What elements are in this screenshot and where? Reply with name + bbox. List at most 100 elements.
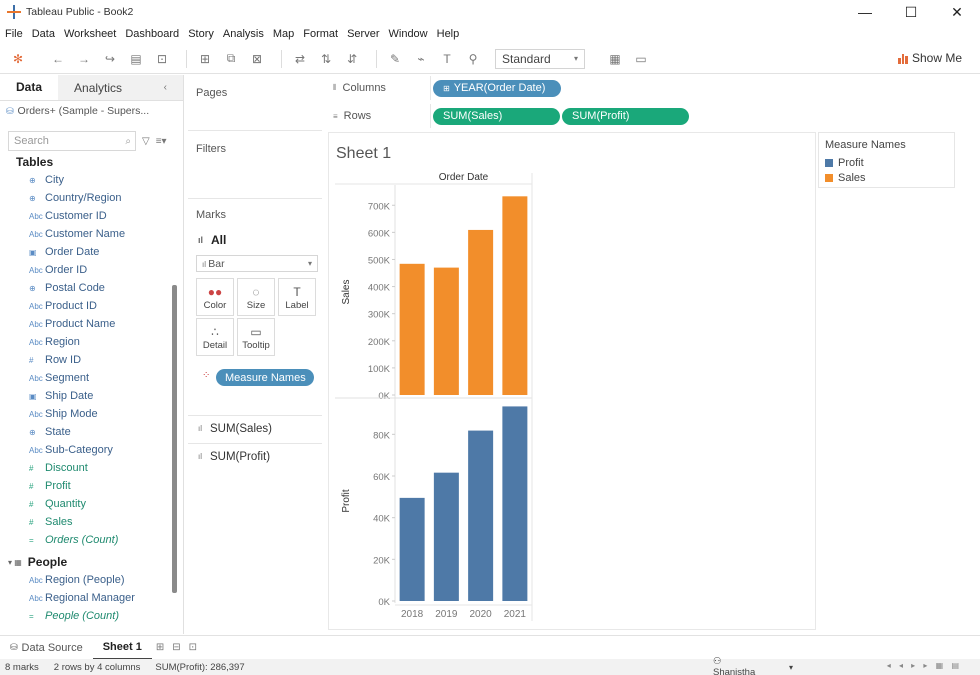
field-city[interactable]: ⊕ City xyxy=(0,171,183,189)
filter-icon[interactable]: ▽ xyxy=(142,136,150,147)
columns-label: Columns xyxy=(342,82,386,94)
worksheet-view[interactable]: Sheet 1 Order Date 0K 100K 200K 300K 400K 500K… xyxy=(328,132,816,630)
field-country-region[interactable]: ⊕ Country/Region xyxy=(0,189,183,207)
sum-sales-pill[interactable]: SUM(Sales) xyxy=(433,107,560,125)
marks-sum-profit[interactable]: ıl SUM(Profit) xyxy=(188,443,322,469)
sort-descending-icon[interactable]: ⇵ xyxy=(342,49,362,69)
tableau-home-icon[interactable]: ✻ xyxy=(8,49,28,69)
sort-ascending-icon[interactable]: ⇅ xyxy=(316,49,336,69)
field-row-id[interactable]: # Row ID xyxy=(0,351,183,369)
menu-item-analysis[interactable]: Analysis xyxy=(223,28,264,40)
field-people-count-[interactable]: = People (Count) xyxy=(0,607,183,625)
field-discount[interactable]: # Discount xyxy=(0,459,183,477)
tooltip-button[interactable]: ▭ Tooltip xyxy=(237,318,275,356)
field-order-date[interactable]: ▣ Order Date xyxy=(0,243,183,261)
highlight-icon[interactable]: ✎ xyxy=(385,49,405,69)
menu-item-data[interactable]: Data xyxy=(32,28,55,40)
back-icon[interactable]: ← xyxy=(48,49,68,69)
datasource-item[interactable]: ⛁ Orders+ (Sample - Supers... xyxy=(0,101,183,121)
new-datasource-icon[interactable]: ⊡ xyxy=(152,49,172,69)
view-options-icon[interactable]: ≡▾ xyxy=(156,136,167,147)
menu-item-map[interactable]: Map xyxy=(273,28,294,40)
maximize-button[interactable]: ☐ xyxy=(888,0,934,24)
minimize-button[interactable]: — xyxy=(842,0,888,24)
save-icon[interactable]: ▤ xyxy=(126,49,146,69)
sheet-navigation-icons[interactable]: ◂ ◂ ▸ ▸ ▦ ▤ xyxy=(887,661,962,670)
menu-item-format[interactable]: Format xyxy=(303,28,338,40)
pages-card[interactable]: Pages xyxy=(188,77,322,131)
duplicate-icon[interactable]: ⧉ xyxy=(221,49,241,69)
tab-sheet-1[interactable]: Sheet 1 xyxy=(92,635,152,660)
field-product-name[interactable]: Abc Product Name xyxy=(0,315,183,333)
color-legend[interactable]: Measure Names Profit Sales xyxy=(818,132,955,188)
size-button[interactable]: ◌ Size xyxy=(237,278,275,316)
field-postal-code[interactable]: ⊕ Postal Code xyxy=(0,279,183,297)
field-label: Order ID xyxy=(45,264,88,276)
new-story-icon[interactable]: ⊡ xyxy=(189,642,197,653)
tab-data-source[interactable]: ⛁ Data Source xyxy=(0,636,93,660)
search-input[interactable]: Search ⌕ xyxy=(8,131,136,151)
menu-item-dashboard[interactable]: Dashboard xyxy=(125,28,179,40)
people-header-row[interactable]: ▾ ▦ People xyxy=(0,553,183,571)
field-label: City xyxy=(45,174,64,186)
field-segment[interactable]: Abc Segment xyxy=(0,369,183,387)
field-list: ⊕ City ⊕ Country/Region Abc Customer ID Abc Cus… xyxy=(0,171,183,549)
marks-all-row[interactable]: ıl All xyxy=(188,221,322,247)
field-profit[interactable]: # Profit xyxy=(0,477,183,495)
color-button[interactable]: ●● Color xyxy=(196,278,234,316)
field-customer-name[interactable]: Abc Customer Name xyxy=(0,225,183,243)
legend-item-sales[interactable]: Sales xyxy=(819,170,954,185)
fit-value: Standard xyxy=(502,51,551,66)
collapse-icon[interactable]: ‹ xyxy=(164,82,167,93)
redo-icon[interactable]: ↪ xyxy=(100,49,120,69)
tab-data[interactable]: Data xyxy=(0,75,59,100)
menu-item-server[interactable]: Server xyxy=(347,28,379,40)
field-order-id[interactable]: Abc Order ID xyxy=(0,261,183,279)
field-quantity[interactable]: # Quantity xyxy=(0,495,183,513)
field-region-people-[interactable]: Abc Region (People) xyxy=(0,571,183,589)
field-customer-id[interactable]: Abc Customer ID xyxy=(0,207,183,225)
clear-sheet-icon[interactable]: ⊠ xyxy=(247,49,267,69)
user-menu[interactable]: ⚇ Shanistha ▾ xyxy=(703,656,803,675)
close-button[interactable]: ✕ xyxy=(934,0,980,24)
measure-names-color-pill[interactable]: Measure Names xyxy=(216,369,314,386)
new-dashboard-icon[interactable]: ⊟ xyxy=(172,642,180,653)
field-ship-date[interactable]: ▣ Ship Date xyxy=(0,387,183,405)
fix-axes-icon[interactable]: ▦ xyxy=(605,49,625,69)
sum-profit-pill[interactable]: SUM(Profit) xyxy=(562,107,689,125)
forward-icon[interactable]: → xyxy=(74,49,94,69)
detail-button[interactable]: ∴ Detail xyxy=(196,318,234,356)
year-order-date-pill[interactable]: ⊞ YEAR(Order Date) xyxy=(433,79,561,97)
field-sub-category[interactable]: Abc Sub-Category xyxy=(0,441,183,459)
field-ship-mode[interactable]: Abc Ship Mode xyxy=(0,405,183,423)
show-me-button[interactable]: Show Me xyxy=(897,51,962,65)
field-region[interactable]: Abc Region xyxy=(0,333,183,351)
fit-dropdown[interactable]: Standard ▾ xyxy=(495,48,585,69)
rows-shelf[interactable]: ≡ Rows SUM(Sales) SUM(Profit) xyxy=(327,104,963,128)
menu-item-file[interactable]: File xyxy=(5,28,23,40)
labels-icon[interactable]: T xyxy=(437,49,457,69)
field-sales[interactable]: # Sales xyxy=(0,513,183,531)
field-state[interactable]: ⊕ State xyxy=(0,423,183,441)
menu-item-worksheet[interactable]: Worksheet xyxy=(64,28,116,40)
mark-type-dropdown[interactable]: ıl Bar ▾ xyxy=(196,255,318,272)
pin-icon[interactable]: ⚲ xyxy=(463,49,483,69)
tab-analytics[interactable]: Analytics ‹ xyxy=(58,75,183,100)
label-button[interactable]: T Label xyxy=(278,278,316,316)
legend-item-profit[interactable]: Profit xyxy=(819,155,954,170)
data-pane-scrollbar[interactable] xyxy=(172,285,177,593)
columns-shelf[interactable]: ⦀ Columns ⊞ YEAR(Order Date) xyxy=(327,76,963,100)
new-worksheet-icon[interactable]: ⊞ xyxy=(195,49,215,69)
field-product-id[interactable]: Abc Product ID xyxy=(0,297,183,315)
field-regional-manager[interactable]: Abc Regional Manager xyxy=(0,589,183,607)
group-icon[interactable]: ⌁ xyxy=(411,49,431,69)
new-worksheet-icon[interactable]: ⊞ xyxy=(156,642,164,653)
swap-icon[interactable]: ⇄ xyxy=(290,49,310,69)
field-orders-count-[interactable]: = Orders (Count) xyxy=(0,531,183,549)
menu-item-story[interactable]: Story xyxy=(188,28,214,40)
presentation-icon[interactable]: ▭ xyxy=(631,49,651,69)
menu-item-window[interactable]: Window xyxy=(389,28,428,40)
marks-sum-sales[interactable]: ıl SUM(Sales) xyxy=(188,415,322,441)
filters-card[interactable]: Filters xyxy=(188,133,322,199)
menu-item-help[interactable]: Help xyxy=(437,28,460,40)
